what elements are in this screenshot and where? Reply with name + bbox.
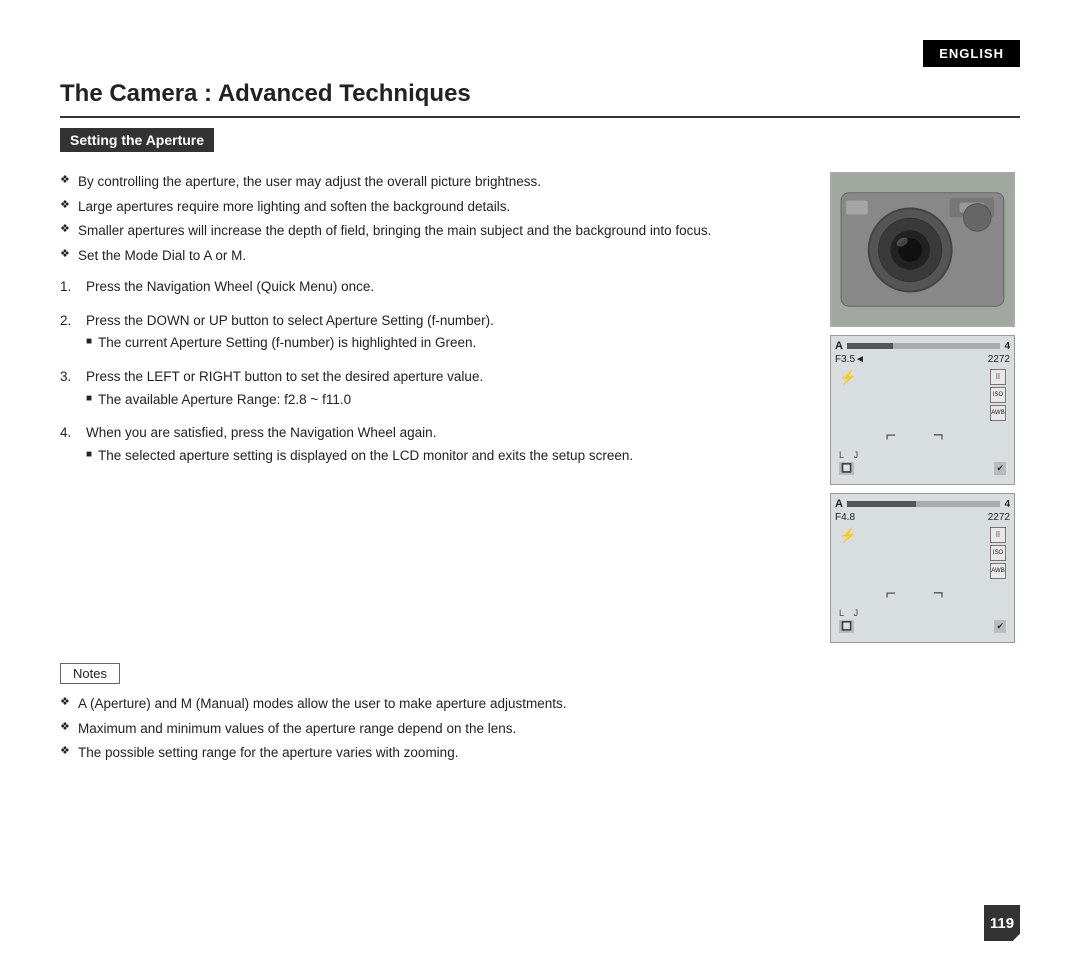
list-item: By controlling the aperture, the user ma…: [60, 172, 810, 192]
lcd-screen-1: A 4 F3.5◄ 2272 ⚡ ⠿: [830, 335, 1015, 485]
section-heading: Setting the Aperture: [60, 128, 214, 152]
step-sub: The current Aperture Setting (f-number) …: [86, 333, 810, 353]
lcd1-bottom-left-icon: 🔲: [839, 462, 854, 475]
list-item: Maximum and minimum values of the apertu…: [60, 719, 1020, 739]
english-badge: ENGLISH: [923, 40, 1020, 67]
main-content: By controlling the aperture, the user ma…: [60, 172, 1020, 643]
lcd2-icon-awb: AWB: [990, 563, 1006, 579]
step-text: Press the Navigation Wheel (Quick Menu) …: [86, 277, 374, 297]
lcd1-fnum: F3.5◄: [835, 354, 865, 365]
lcd1-count: 2272: [988, 354, 1010, 365]
lcd2-fnum: F4.8: [835, 512, 855, 523]
step-sub: The selected aperture setting is display…: [86, 446, 810, 466]
notes-bullet-list: A (Aperture) and M (Manual) modes allow …: [60, 694, 1020, 763]
lcd-screen-2: A 4 F4.8 2272 ⚡ ⠿ ISO AWB: [830, 493, 1015, 643]
intro-bullet-list: By controlling the aperture, the user ma…: [60, 172, 810, 265]
step-number: 2.: [60, 311, 80, 331]
page: ENGLISH The Camera : Advanced Techniques…: [0, 0, 1080, 971]
lcd2-bracket-area: ⌐ ¬: [835, 583, 1010, 604]
step-number: 3.: [60, 367, 80, 387]
lcd1-mode: A: [835, 340, 843, 352]
step-item: 4. When you are satisfied, press the Nav…: [60, 423, 810, 465]
lcd1-icon-awb: AWB: [990, 405, 1006, 421]
steps-list: 1. Press the Navigation Wheel (Quick Men…: [60, 277, 810, 465]
lcd2-mode: A: [835, 498, 843, 510]
lcd1-icon-grid: ⠿: [990, 369, 1006, 385]
lcd1-bottom-right-icon: ✔: [994, 462, 1006, 475]
step-item: 1. Press the Navigation Wheel (Quick Men…: [60, 277, 810, 297]
page-title: The Camera : Advanced Techniques: [60, 80, 1020, 118]
lcd1-bottom-icons: 🔲 ✔: [835, 460, 1010, 477]
lcd2-bottom-icons: 🔲 ✔: [835, 618, 1010, 635]
step-item: 3. Press the LEFT or RIGHT button to set…: [60, 367, 810, 409]
lcd1-number: 4: [1004, 341, 1010, 352]
list-item: Set the Mode Dial to A or M.: [60, 246, 810, 266]
lcd1-icon-iso: ISO: [990, 387, 1006, 403]
lcd2-icon-iso: ISO: [990, 545, 1006, 561]
step-sub: The available Aperture Range: f2.8 ~ f11…: [86, 390, 810, 410]
text-column: By controlling the aperture, the user ma…: [60, 172, 810, 643]
step-text: When you are satisfied, press the Naviga…: [86, 423, 436, 443]
step-text: Press the DOWN or UP button to select Ap…: [86, 311, 494, 331]
step-number: 4.: [60, 423, 80, 443]
page-number: 119: [984, 905, 1020, 941]
lcd1-flash-icon: ⚡: [839, 369, 856, 386]
list-item: A (Aperture) and M (Manual) modes allow …: [60, 694, 1020, 714]
lcd1-bracket-area: ⌐ ¬: [835, 425, 1010, 446]
notes-box: Notes: [60, 663, 120, 684]
lcd2-number: 4: [1004, 499, 1010, 510]
step-item: 2. Press the DOWN or UP button to select…: [60, 311, 810, 353]
camera-photo: [830, 172, 1015, 327]
step-text: Press the LEFT or RIGHT button to set th…: [86, 367, 483, 387]
list-item: Large apertures require more lighting an…: [60, 197, 810, 217]
lcd2-bottom-right-icon: ✔: [994, 620, 1006, 633]
lcd2-count: 2272: [988, 512, 1010, 523]
step-number: 1.: [60, 277, 80, 297]
lcd1-bar: [847, 343, 1000, 349]
lcd2-flash-icon: ⚡: [839, 527, 856, 544]
list-item: The possible setting range for the apert…: [60, 743, 1020, 763]
notes-section: Notes A (Aperture) and M (Manual) modes …: [60, 663, 1020, 763]
list-item: Smaller apertures will increase the dept…: [60, 221, 810, 241]
images-column: A 4 F3.5◄ 2272 ⚡ ⠿: [830, 172, 1020, 643]
lcd2-bottom-left-icon: 🔲: [839, 620, 854, 633]
lcd2-bar: [847, 501, 1000, 507]
lcd2-icon-grid: ⠿: [990, 527, 1006, 543]
camera-svg: [831, 173, 1014, 326]
